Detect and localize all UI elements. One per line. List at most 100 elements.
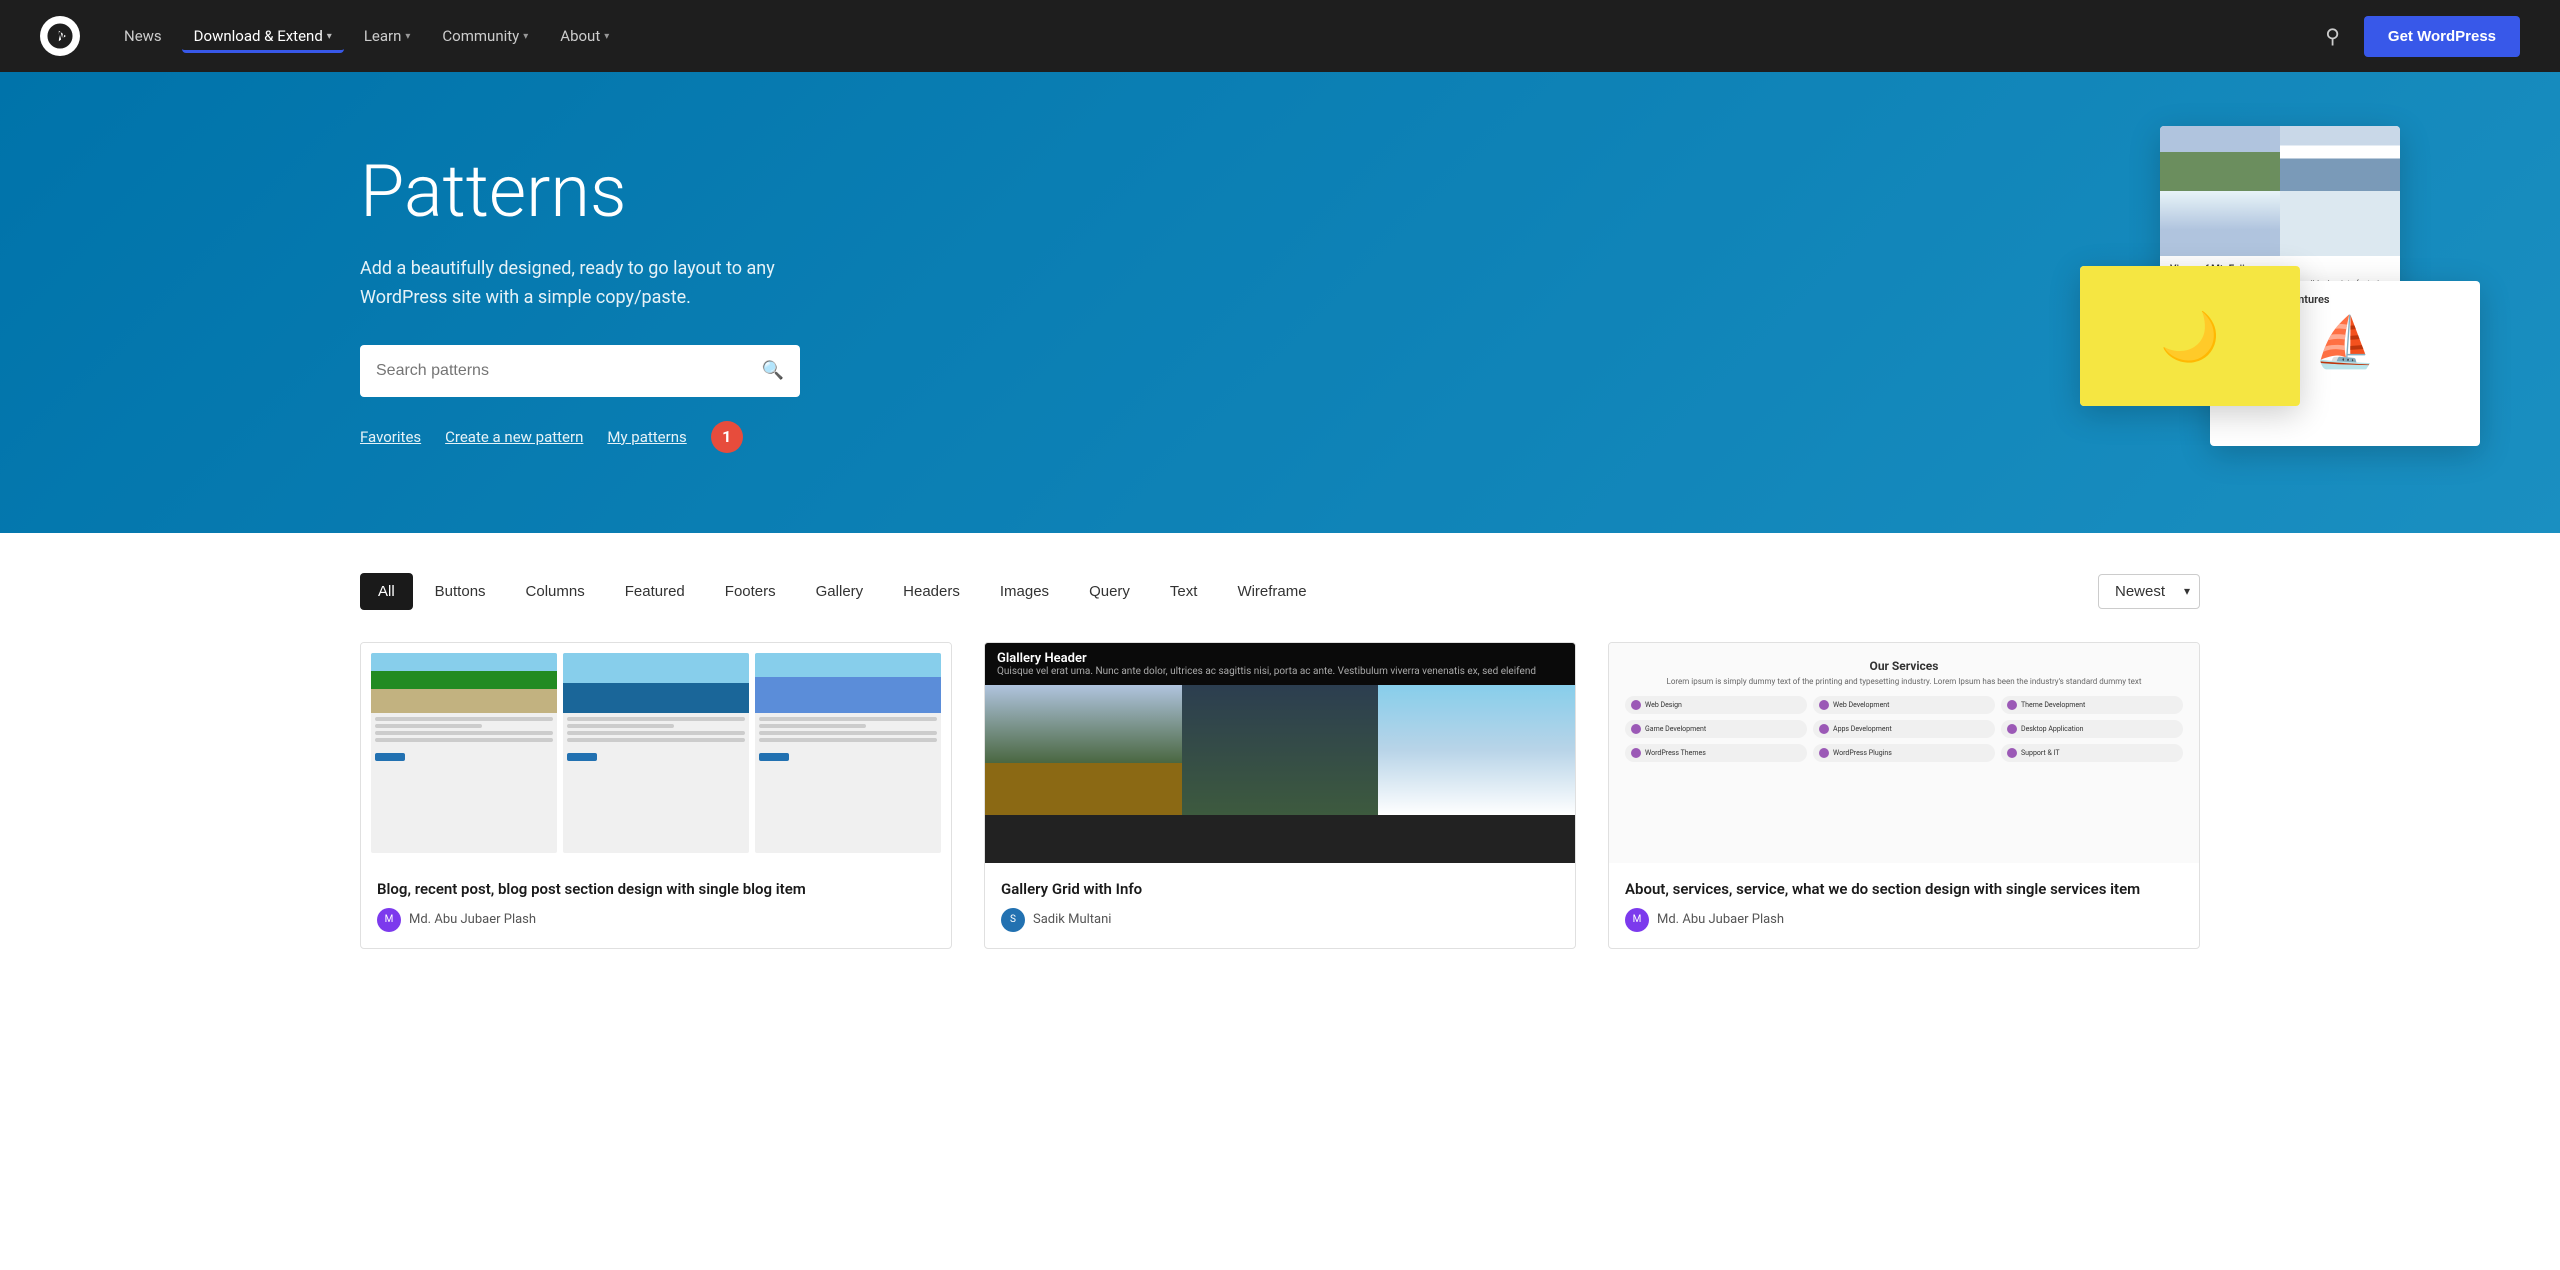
nav-news[interactable]: News (112, 19, 174, 53)
notification-badge: 1 (711, 421, 743, 453)
gallery-img-2 (1182, 685, 1379, 815)
hero-description: Add a beautifully designed, ready to go … (360, 255, 860, 313)
pattern-name-services: About, services, service, what we do sec… (1625, 879, 2183, 900)
author-avatar-services: M (1625, 908, 1649, 932)
service-dot-2 (1819, 700, 1829, 710)
blog-btn-1 (375, 753, 405, 761)
search-icon: ⚲ (2325, 26, 2340, 48)
sort-select[interactable]: Newest Oldest Popular (2098, 574, 2200, 609)
pattern-author-gallery: S Sadik Multani (1001, 908, 1559, 932)
service-item-8: WordPress Plugins (1813, 744, 1995, 762)
service-item-3: Theme Development (2001, 696, 2183, 714)
service-item-2: Web Development (1813, 696, 1995, 714)
service-item-9: Support & IT (2001, 744, 2183, 762)
blog-img-palm (371, 653, 557, 713)
service-item-4: Game Development (1625, 720, 1807, 738)
pattern-author-services: M Md. Abu Jubaer Plash (1625, 908, 2183, 932)
tab-text[interactable]: Text (1152, 573, 1216, 610)
gallery-img-3 (1378, 685, 1575, 815)
hero-content: Patterns Add a beautifully designed, rea… (360, 152, 860, 453)
pattern-grid: Blog, recent post, blog post section des… (360, 642, 2200, 949)
mountain-img-4 (2280, 191, 2400, 256)
tab-all[interactable]: All (360, 573, 413, 610)
favorites-link[interactable]: Favorites (360, 428, 421, 446)
pattern-info-services: About, services, service, what we do sec… (1609, 863, 2199, 948)
blog-text-3 (755, 713, 941, 749)
services-title: Our Services (1625, 659, 2183, 673)
author-avatar-gallery: S (1001, 908, 1025, 932)
search-submit-icon[interactable]: 🔍 (762, 360, 784, 381)
service-item-6: Desktop Application (2001, 720, 2183, 738)
pattern-name-gallery: Gallery Grid with Info (1001, 879, 1559, 900)
tab-buttons[interactable]: Buttons (417, 573, 504, 610)
community-chevron-icon: ▾ (523, 31, 528, 42)
mountain-img-1 (2160, 126, 2280, 191)
filter-tabs: All Buttons Columns Featured Footers Gal… (360, 573, 2200, 610)
blog-img-boat (563, 653, 749, 713)
search-bar: 🔍 (360, 345, 800, 397)
hero-card-moon: 🌙 (2080, 266, 2300, 406)
svg-text:W: W (55, 30, 66, 44)
tab-images[interactable]: Images (982, 573, 1067, 610)
main-content: All Buttons Columns Featured Footers Gal… (0, 533, 2560, 989)
services-sub: Lorem ipsum is simply dummy text of the … (1625, 677, 2183, 686)
sort-control: Newest Oldest Popular (2098, 574, 2200, 609)
service-dot-6 (2007, 724, 2017, 734)
about-chevron-icon: ▾ (604, 31, 609, 42)
service-dot-3 (2007, 700, 2017, 710)
tab-columns[interactable]: Columns (508, 573, 603, 610)
nav-community[interactable]: Community ▾ (430, 19, 540, 53)
my-patterns-link[interactable]: My patterns (607, 428, 686, 446)
nav-learn[interactable]: Learn ▾ (352, 19, 423, 53)
pattern-name-blog: Blog, recent post, blog post section des… (377, 879, 935, 900)
download-chevron-icon: ▾ (327, 31, 332, 42)
nav-right: ⚲ Get WordPress (2317, 16, 2520, 57)
tab-gallery[interactable]: Gallery (798, 573, 882, 610)
tab-featured[interactable]: Featured (607, 573, 703, 610)
blog-btn-3 (759, 753, 789, 761)
navbar: W News Download & Extend ▾ Learn ▾ Commu… (0, 0, 2560, 72)
learn-chevron-icon: ▾ (405, 31, 410, 42)
hero-quick-links: Favorites Create a new pattern My patter… (360, 421, 860, 453)
hero-section: Patterns Add a beautifully designed, rea… (0, 72, 2560, 533)
blog-text-1 (371, 713, 557, 749)
search-input[interactable] (376, 362, 762, 380)
blog-col-1 (371, 653, 557, 853)
pattern-card-blog[interactable]: Blog, recent post, blog post section des… (360, 642, 952, 949)
gallery-header-sub: Quisque vel erat uma. Nunc ante dolor, u… (997, 666, 1563, 677)
tab-headers[interactable]: Headers (885, 573, 978, 610)
gallery-img-1 (985, 685, 1182, 815)
tab-wireframe[interactable]: Wireframe (1219, 573, 1324, 610)
service-dot-5 (1819, 724, 1829, 734)
get-wordpress-button[interactable]: Get WordPress (2364, 16, 2520, 57)
create-pattern-link[interactable]: Create a new pattern (445, 428, 583, 446)
service-item-5: Apps Development (1813, 720, 1995, 738)
nav-about[interactable]: About ▾ (548, 19, 621, 53)
moon-emoji: 🌙 (2160, 308, 2220, 365)
service-dot-9 (2007, 748, 2017, 758)
service-item-7: WordPress Themes (1625, 744, 1807, 762)
blog-text-2 (563, 713, 749, 749)
nav-links: News Download & Extend ▾ Learn ▾ Communi… (112, 19, 2317, 53)
tab-query[interactable]: Query (1071, 573, 1148, 610)
nav-download[interactable]: Download & Extend ▾ (182, 19, 344, 53)
service-dot-7 (1631, 748, 1641, 758)
pattern-info-blog: Blog, recent post, blog post section des… (361, 863, 951, 948)
pattern-info-gallery: Gallery Grid with Info S Sadik Multani (985, 863, 1575, 948)
blog-btn-2 (567, 753, 597, 761)
tab-footers[interactable]: Footers (707, 573, 794, 610)
blog-col-3 (755, 653, 941, 853)
blog-img-sky (755, 653, 941, 713)
blog-preview (361, 643, 951, 863)
nav-search-button[interactable]: ⚲ (2317, 16, 2348, 57)
gallery-header-title: Glallery Header (997, 651, 1563, 666)
wordpress-logo[interactable]: W (40, 16, 80, 56)
pattern-card-gallery[interactable]: Glallery Header Quisque vel erat uma. Nu… (984, 642, 1576, 949)
gallery-header-bar: Glallery Header Quisque vel erat uma. Nu… (985, 643, 1575, 685)
services-grid: Web Design Web Development Theme Develop… (1625, 696, 2183, 762)
service-dot-8 (1819, 748, 1829, 758)
service-dot-1 (1631, 700, 1641, 710)
pattern-author-blog: M Md. Abu Jubaer Plash (377, 908, 935, 932)
services-preview: Our Services Lorem ipsum is simply dummy… (1609, 643, 2199, 863)
pattern-card-services[interactable]: Our Services Lorem ipsum is simply dummy… (1608, 642, 2200, 949)
